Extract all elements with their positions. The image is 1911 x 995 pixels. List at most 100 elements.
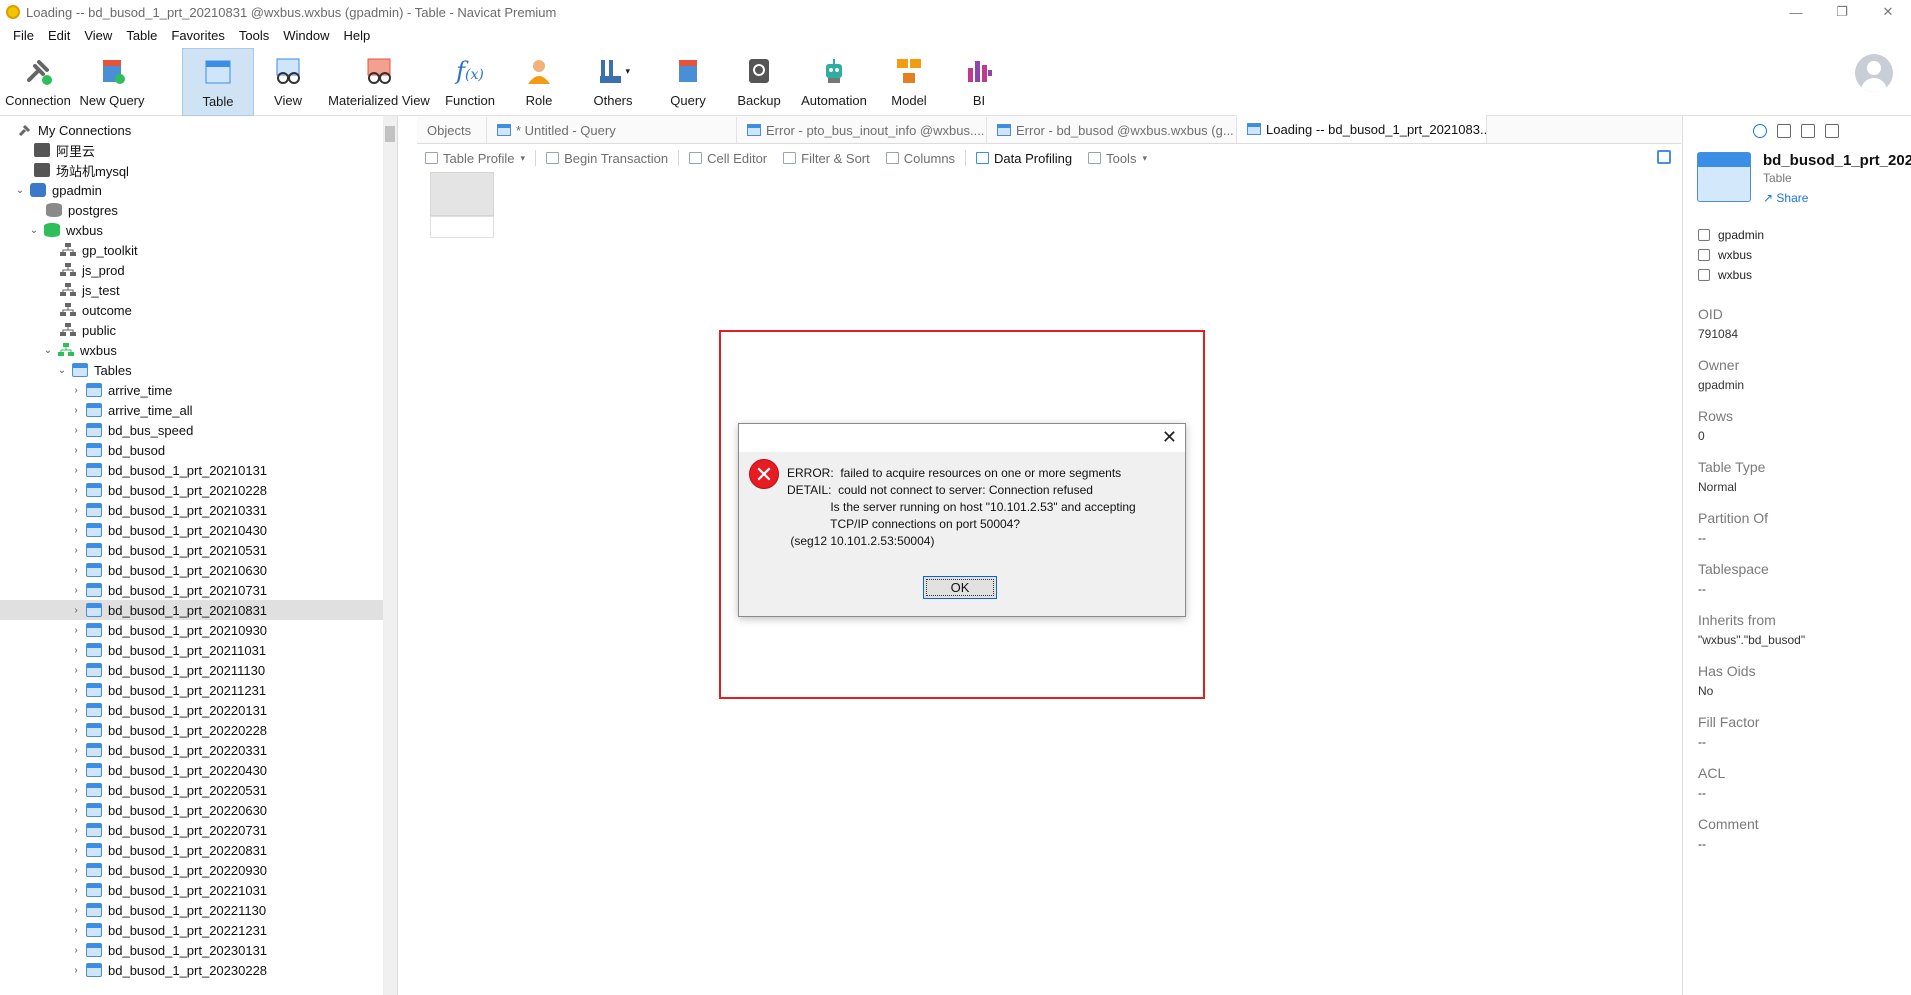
automation-button[interactable]: Automation <box>794 48 874 116</box>
function-button[interactable]: f(x) Function <box>436 48 504 116</box>
chevron-right-icon[interactable]: › <box>70 385 82 396</box>
chevron-right-icon[interactable]: › <box>70 965 82 976</box>
menu-table[interactable]: Table <box>119 24 164 48</box>
tab-untitled-query[interactable]: * Untitled - Query <box>487 117 737 143</box>
chevron-right-icon[interactable]: › <box>70 925 82 936</box>
table-row[interactable]: › bd_busod_1_prt_20210228 <box>0 480 384 500</box>
chevron-right-icon[interactable]: › <box>70 905 82 916</box>
chevron-down-icon[interactable]: ⌄ <box>28 225 40 236</box>
menu-tools[interactable]: Tools <box>232 24 276 48</box>
table-row[interactable]: › bd_bus_speed <box>0 420 384 440</box>
chevron-right-icon[interactable]: › <box>70 665 82 676</box>
chevron-down-icon[interactable]: ⌄ <box>56 365 68 376</box>
table-row[interactable]: › bd_busod_1_prt_20210630 <box>0 560 384 580</box>
table-button[interactable]: Table <box>182 48 254 116</box>
tree-item-connection[interactable]: 场站机mysql <box>0 160 384 180</box>
chevron-down-icon[interactable]: ⌄ <box>42 345 54 356</box>
table-row[interactable]: › bd_busod_1_prt_20210430 <box>0 520 384 540</box>
table-row[interactable]: › bd_busod_1_prt_20220228 <box>0 720 384 740</box>
chevron-right-icon[interactable]: › <box>70 445 82 456</box>
chevron-right-icon[interactable]: › <box>70 885 82 896</box>
chevron-right-icon[interactable]: › <box>70 485 82 496</box>
tree-item-schema[interactable]: js_test <box>0 280 384 300</box>
user-avatar[interactable] <box>1855 54 1893 92</box>
others-button[interactable]: ▾ Others <box>574 48 652 116</box>
menu-window[interactable]: Window <box>276 24 336 48</box>
tree-item-schema[interactable]: js_prod <box>0 260 384 280</box>
tab-error-bd-busod[interactable]: Error - bd_busod @wxbus.wxbus (g... <box>987 117 1237 143</box>
view-button[interactable]: View <box>254 48 322 116</box>
scrollbar-thumb[interactable] <box>385 126 395 142</box>
tree-item-tables-folder[interactable]: ⌄ Tables <box>0 360 384 380</box>
table-profile-button[interactable]: Table Profile ▾ <box>417 151 533 166</box>
cell-editor-button[interactable]: Cell Editor <box>681 151 775 166</box>
tab-error-pto-bus-inout-info[interactable]: Error - pto_bus_inout_info @wxbus.... <box>737 117 987 143</box>
data-profiling-button[interactable]: Data Profiling <box>968 151 1080 166</box>
model-button[interactable]: Model <box>874 48 944 116</box>
bi-button[interactable]: BI <box>944 48 1014 116</box>
tree-item-schema[interactable]: gp_toolkit <box>0 240 384 260</box>
chevron-right-icon[interactable]: › <box>70 725 82 736</box>
chevron-right-icon[interactable]: › <box>70 585 82 596</box>
table-row[interactable]: › bd_busod_1_prt_20220430 <box>0 760 384 780</box>
table-row[interactable]: › bd_busod_1_prt_20210131 <box>0 460 384 480</box>
chevron-right-icon[interactable]: › <box>70 565 82 576</box>
chevron-right-icon[interactable]: › <box>70 765 82 776</box>
usage-icon[interactable] <box>1825 124 1839 138</box>
minimize-button[interactable]: — <box>1773 0 1819 24</box>
chevron-down-icon[interactable]: ⌄ <box>14 185 26 196</box>
ok-button[interactable]: OK <box>923 576 997 599</box>
ddl-icon[interactable] <box>1777 124 1791 138</box>
table-row[interactable]: › bd_busod_1_prt_20211231 <box>0 680 384 700</box>
chevron-right-icon[interactable]: › <box>70 465 82 476</box>
chevron-right-icon[interactable]: › <box>70 785 82 796</box>
tree-item-connection[interactable]: 阿里云 <box>0 140 384 160</box>
chevron-right-icon[interactable]: › <box>70 685 82 696</box>
query-button[interactable]: Query <box>652 48 724 116</box>
begin-transaction-button[interactable]: Begin Transaction <box>538 151 676 166</box>
chevron-right-icon[interactable]: › <box>70 525 82 536</box>
grid-header-cell[interactable] <box>430 172 494 216</box>
table-row[interactable]: › arrive_time <box>0 380 384 400</box>
chevron-right-icon[interactable]: › <box>70 545 82 556</box>
chevron-right-icon[interactable]: › <box>70 805 82 816</box>
tree-item-database-wxbus[interactable]: ⌄ wxbus <box>0 220 384 240</box>
menu-edit[interactable]: Edit <box>41 24 77 48</box>
table-row[interactable]: › bd_busod_1_prt_20210331 <box>0 500 384 520</box>
role-button[interactable]: Role <box>504 48 574 116</box>
table-row[interactable]: › bd_busod_1_prt_20230228 <box>0 960 384 980</box>
table-row[interactable]: › bd_busod_1_prt_20211031 <box>0 640 384 660</box>
new-query-button[interactable]: New Query <box>76 48 148 116</box>
chevron-right-icon[interactable]: › <box>70 705 82 716</box>
table-row[interactable]: › bd_busod_1_prt_20220930 <box>0 860 384 880</box>
tree-item-database[interactable]: postgres <box>0 200 384 220</box>
table-row[interactable]: › arrive_time_all <box>0 400 384 420</box>
materialized-view-button[interactable]: Materialized View <box>322 48 436 116</box>
table-row[interactable]: › bd_busod_1_prt_20221231 <box>0 920 384 940</box>
tree-item-connection-gpadmin[interactable]: ⌄ gpadmin <box>0 180 384 200</box>
chevron-right-icon[interactable]: › <box>70 825 82 836</box>
share-link[interactable]: ↗ Share <box>1763 191 1808 205</box>
columns-button[interactable]: Columns <box>878 151 963 166</box>
restore-button[interactable]: ❐ <box>1819 0 1865 24</box>
tree-item-schema[interactable]: public <box>0 320 384 340</box>
chevron-right-icon[interactable]: › <box>70 865 82 876</box>
tools-button[interactable]: Tools ▾ <box>1080 151 1155 166</box>
menu-file[interactable]: File <box>6 24 41 48</box>
table-row[interactable]: › bd_busod_1_prt_20220731 <box>0 820 384 840</box>
tab-objects[interactable]: Objects <box>417 117 487 143</box>
table-row[interactable]: › bd_busod_1_prt_20210731 <box>0 580 384 600</box>
chevron-right-icon[interactable]: › <box>70 625 82 636</box>
chevron-right-icon[interactable]: › <box>70 745 82 756</box>
table-row[interactable]: › bd_busod_1_prt_20230131 <box>0 940 384 960</box>
table-row[interactable]: › bd_busod_1_prt_20221031 <box>0 880 384 900</box>
table-row[interactable]: › bd_busod <box>0 440 384 460</box>
chevron-right-icon[interactable]: › <box>70 425 82 436</box>
grid-row-cell[interactable] <box>430 216 494 238</box>
info-icon[interactable] <box>1753 124 1767 138</box>
table-row[interactable]: › bd_busod_1_prt_20220131 <box>0 700 384 720</box>
sidebar-scrollbar[interactable] <box>383 116 397 995</box>
tab-loading-bd-busod[interactable]: Loading -- bd_busod_1_prt_2021083... <box>1237 115 1487 143</box>
chevron-right-icon[interactable]: › <box>70 845 82 856</box>
expand-icon[interactable] <box>1657 150 1671 164</box>
